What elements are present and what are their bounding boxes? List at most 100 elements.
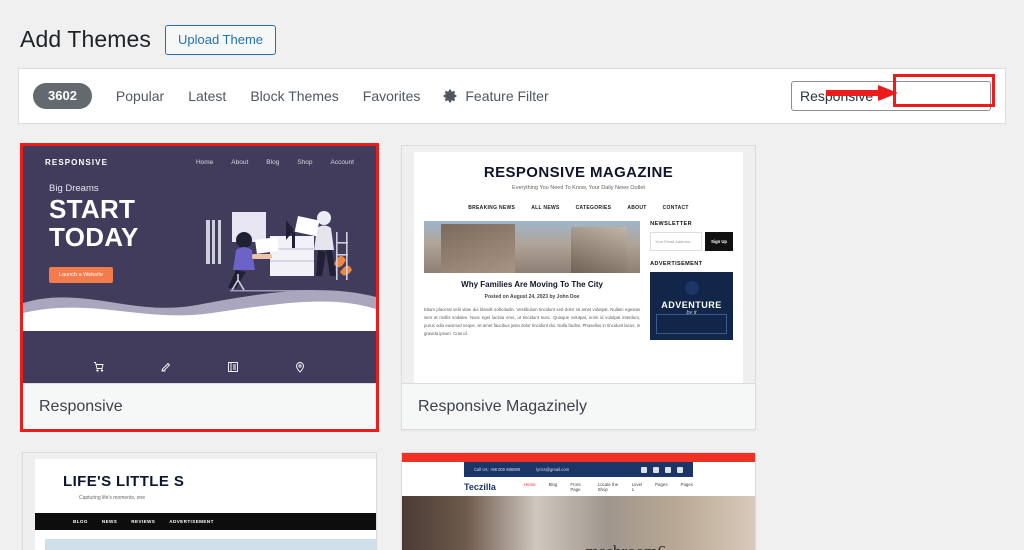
filter-link-popular[interactable]: Popular bbox=[104, 83, 176, 109]
preview-hero-photo: mashroom6 bbox=[402, 496, 755, 550]
location-pin-icon bbox=[288, 355, 313, 379]
blog-preview: LIFE'S LITTLE S Capturing life's moments… bbox=[23, 453, 376, 550]
theme-filter-bar: 3602 Popular Latest Block Themes Favorit… bbox=[18, 68, 1006, 124]
preview-nav-item: ADVERTISEMENT bbox=[169, 519, 214, 524]
preview-article-photo bbox=[45, 539, 376, 550]
theme-card-responsive-blog-era[interactable]: LIFE'S LITTLE S Capturing life's moments… bbox=[22, 452, 377, 550]
preview-social-icons bbox=[641, 466, 683, 473]
theme-name-bar: Responsive bbox=[23, 383, 376, 429]
preview-topnav: RESPONSIVE Home About Blog Shop Account bbox=[23, 146, 376, 167]
preview-site-title: RESPONSIVE MAGAZINE bbox=[483, 164, 674, 181]
preview-advertisement-heading: ADVERTISEMENT bbox=[650, 261, 703, 267]
responsive-hero: RESPONSIVE Home About Blog Shop Account … bbox=[23, 146, 376, 383]
page-header: Add Themes Upload Theme bbox=[0, 0, 1024, 64]
theme-search-wrapper bbox=[791, 81, 991, 111]
teczilla-preview: Call Us: +88 000 888899 lyrics@gmail.com… bbox=[402, 453, 755, 550]
preview-signup-button: Sign Up bbox=[705, 232, 733, 251]
theme-count-badge: 3602 bbox=[33, 83, 92, 109]
preview-hero-copy: Big Dreams START TODAY Launch a Website bbox=[49, 183, 199, 284]
preview-nav-item: Home bbox=[195, 159, 214, 166]
preview-nav: Home About Blog Shop Account bbox=[196, 159, 354, 166]
theme-card-responsive[interactable]: RESPONSIVE Home About Blog Shop Account … bbox=[20, 143, 379, 432]
theme-screenshot: Call Us: +88 000 888899 lyrics@gmail.com… bbox=[402, 453, 755, 550]
preview-nav-item: Account bbox=[330, 159, 355, 166]
preview-nav-item: Shop bbox=[297, 159, 313, 166]
preview-nav: BLOG NEWS REVIEWS ADVERTISEMENT bbox=[35, 513, 376, 530]
list-icon bbox=[221, 355, 246, 379]
preview-heading-line2: TODAY bbox=[49, 221, 139, 252]
theme-name: Responsive Magazinely bbox=[418, 397, 587, 415]
preview-nav: BREAKING NEWS ALL NEWS CATEGORIES ABOUT … bbox=[424, 205, 733, 211]
preview-nav-item: Pages bbox=[655, 481, 668, 487]
theme-card-teczilla[interactable]: Call Us: +88 000 888899 lyrics@gmail.com… bbox=[401, 452, 756, 550]
preview-tagline: Everything You Need To Know, Your Daily … bbox=[512, 185, 645, 191]
preview-article-body: Etiam placerat velit vitae dui blandit s… bbox=[424, 307, 641, 336]
preview-contact-phone: Call Us: +88 000 888899 bbox=[474, 467, 521, 472]
preview-nav-item: Front Page bbox=[570, 481, 581, 492]
preview-kicker: Big Dreams bbox=[49, 183, 99, 194]
filter-link-block-themes[interactable]: Block Themes bbox=[238, 83, 350, 109]
preview-tagline: Capturing life's moments, one bbox=[79, 495, 145, 501]
facebook-icon bbox=[641, 466, 647, 473]
gear-icon bbox=[442, 88, 458, 104]
preview-logo: Teczilla bbox=[464, 481, 496, 492]
feature-filter-button[interactable]: Feature Filter bbox=[432, 82, 560, 110]
preview-article-photo bbox=[424, 221, 641, 273]
preview-logo: RESPONSIVE bbox=[45, 158, 109, 167]
feature-filter-label: Feature Filter bbox=[465, 88, 549, 104]
preview-nav-item: Level 1 bbox=[631, 481, 643, 492]
preview-accent-bar bbox=[402, 453, 755, 462]
magazine-preview: RESPONSIVE MAGAZINE Everything You Need … bbox=[402, 146, 755, 383]
preview-ad-banner: ADVENTURE by it bbox=[650, 272, 733, 340]
preview-ad-title: ADVENTURE bbox=[661, 300, 722, 310]
preview-nav-item: About bbox=[231, 159, 249, 166]
preview-article-meta: Posted on August 24, 2023 by John Doe bbox=[484, 294, 580, 300]
preview-nav-item: BREAKING NEWS bbox=[468, 205, 516, 211]
theme-grid: RESPONSIVE Home About Blog Shop Account … bbox=[20, 143, 1024, 550]
theme-name: Responsive bbox=[39, 397, 123, 415]
preview-nav-item: Pages bbox=[680, 481, 693, 487]
preview-ad-inner-box bbox=[656, 314, 727, 334]
theme-card-responsive-magazinely[interactable]: RESPONSIVE MAGAZINE Everything You Need … bbox=[401, 145, 756, 430]
preview-nav: Home Blog Front Page Locate the Shop Lev… bbox=[524, 482, 693, 492]
pencil-icon bbox=[153, 355, 178, 379]
preview-nav-item: CATEGORIES bbox=[575, 205, 612, 211]
preview-email-field: Your Email Address... bbox=[650, 232, 703, 251]
preview-nav-item: BLOG bbox=[73, 519, 88, 524]
cart-icon bbox=[86, 355, 111, 379]
preview-nav-item: Locate the Shop bbox=[597, 481, 619, 492]
preview-icon-tiles bbox=[23, 355, 376, 379]
upload-theme-button[interactable]: Upload Theme bbox=[164, 25, 277, 55]
preview-article-title: Why Families Are Moving To The City bbox=[461, 280, 603, 289]
preview-nav-item: REVIEWS bbox=[131, 519, 156, 524]
preview-nav-item: Home bbox=[523, 481, 536, 487]
preview-cta-button: Launch a Website bbox=[49, 267, 113, 284]
preview-photo-word: mashroom6 bbox=[586, 542, 666, 550]
ad-badge-icon bbox=[684, 281, 699, 295]
preview-newsletter-heading: NEWSLETTER bbox=[650, 221, 692, 227]
preview-navbar: Teczilla Home Blog Front Page Locate the… bbox=[402, 477, 755, 496]
linkedin-icon bbox=[677, 466, 683, 473]
preview-wave-shape bbox=[23, 290, 376, 331]
page-title: Add Themes bbox=[20, 26, 151, 53]
preview-contact-bar: Call Us: +88 000 888899 lyrics@gmail.com bbox=[464, 462, 693, 477]
add-themes-page: Add Themes Upload Theme 3602 Popular Lat… bbox=[0, 0, 1024, 550]
preview-nav-item: CONTACT bbox=[662, 205, 689, 211]
preview-contact-email: lyrics@gmail.com bbox=[536, 467, 570, 472]
preview-nav-item: NEWS bbox=[101, 519, 118, 524]
preview-heading-line1: START bbox=[49, 194, 136, 224]
preview-nav-item: Blog bbox=[548, 481, 558, 487]
preview-nav-item: Blog bbox=[266, 159, 280, 166]
preview-site-title: LIFE'S LITTLE S bbox=[63, 473, 185, 490]
theme-screenshot: RESPONSIVE Home About Blog Shop Account … bbox=[23, 146, 376, 383]
instagram-icon bbox=[665, 466, 671, 473]
theme-screenshot: RESPONSIVE MAGAZINE Everything You Need … bbox=[402, 146, 755, 383]
twitter-icon bbox=[653, 466, 659, 473]
search-input[interactable] bbox=[791, 81, 991, 111]
theme-name-bar: Responsive Magazinely bbox=[402, 383, 755, 429]
filter-link-favorites[interactable]: Favorites bbox=[351, 83, 433, 109]
theme-screenshot: LIFE'S LITTLE S Capturing life's moments… bbox=[23, 453, 376, 550]
filter-link-latest[interactable]: Latest bbox=[176, 83, 238, 109]
preview-nav-item: ABOUT bbox=[627, 205, 647, 211]
preview-nav-item: ALL NEWS bbox=[531, 205, 560, 211]
